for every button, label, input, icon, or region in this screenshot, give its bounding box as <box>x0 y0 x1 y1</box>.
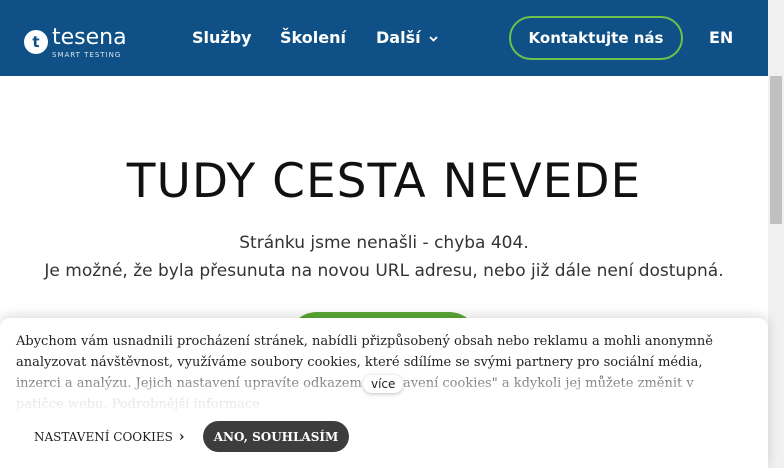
contact-button[interactable]: Kontaktujte nás <box>509 16 683 60</box>
nav-item-sluzby[interactable]: Služby <box>192 28 252 47</box>
logo-mark: t <box>24 30 48 54</box>
nav-item-skoleni[interactable]: Školení <box>280 28 346 47</box>
cookie-settings-button[interactable]: NASTAVENÍ COOKIES › <box>34 429 184 445</box>
error-description: Je možné, že byla přesunuta na novou URL… <box>44 261 724 281</box>
chevron-right-icon: › <box>178 429 185 445</box>
tesena-logo[interactable]: t tesena SMART TESTING <box>24 25 127 59</box>
cookie-settings-label: NASTAVENÍ COOKIES <box>34 430 173 444</box>
logo-name: tesena <box>52 25 127 50</box>
site-header: t tesena SMART TESTING Služby Školení Da… <box>0 0 768 76</box>
scrollbar-thumb[interactable] <box>770 76 782 224</box>
chevron-down-icon <box>426 28 438 47</box>
logo-tagline: SMART TESTING <box>52 51 122 59</box>
accept-cookies-button[interactable]: ANO, SOUHLASÍM <box>203 421 349 452</box>
error-message: Stránku jsme nenašli - chyba 404. <box>239 233 529 253</box>
cookie-banner: Abychom vám usnadnili procházení stránek… <box>0 318 768 468</box>
nav-item-dalsi-label: Další <box>376 28 421 47</box>
logo-text: tesena SMART TESTING <box>52 25 127 59</box>
cookie-more-button[interactable]: více <box>363 375 404 393</box>
nav-item-dalsi[interactable]: Další <box>376 28 438 47</box>
language-switch[interactable]: EN <box>709 28 733 47</box>
scrollbar-track[interactable] <box>768 0 784 468</box>
page-title: TUDY CESTA NEVEDE <box>126 154 642 209</box>
